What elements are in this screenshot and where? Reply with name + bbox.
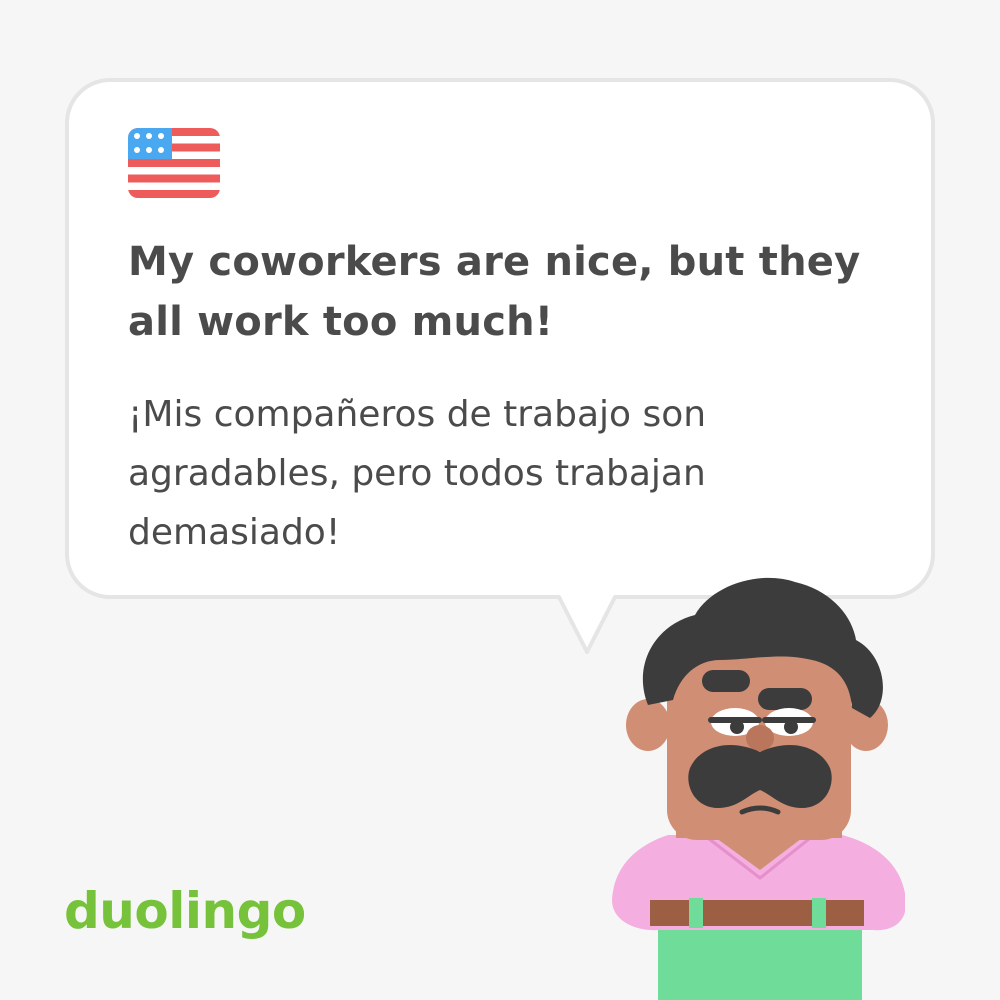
english-sentence: My coworkers are nice, but they all work… bbox=[128, 239, 861, 345]
duolingo-logo: duolingo bbox=[64, 882, 306, 940]
spanish-translation: ¡Mis compañeros de trabajo son agradable… bbox=[128, 394, 707, 553]
us-flag-icon bbox=[128, 128, 220, 198]
mustached-man-character bbox=[612, 577, 905, 1000]
